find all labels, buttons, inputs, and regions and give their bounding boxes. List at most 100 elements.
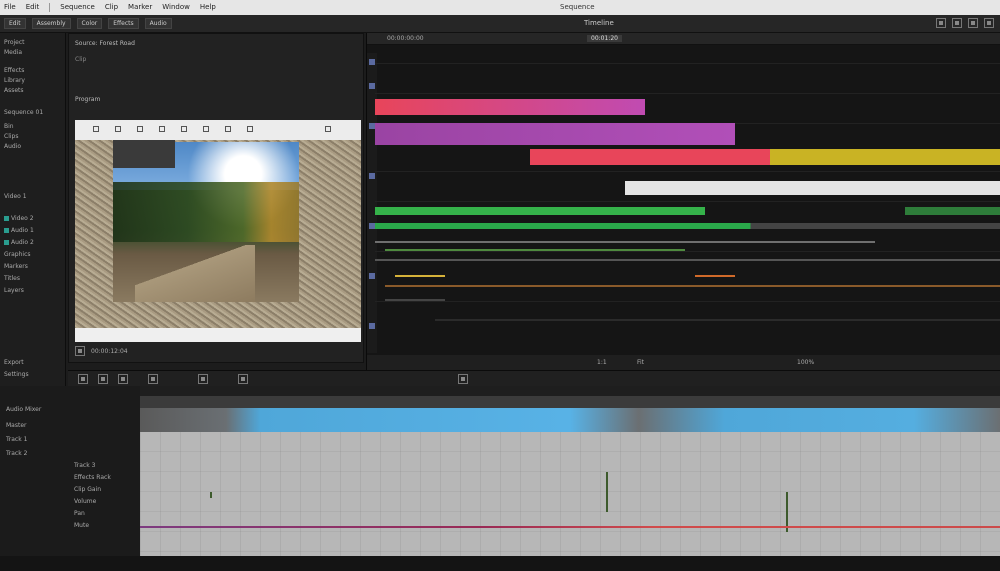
panel-item[interactable]: Audio	[4, 143, 21, 150]
panel-item[interactable]: Library	[4, 77, 25, 84]
viewer-scrubber[interactable]	[75, 328, 361, 342]
audio-waveform	[385, 249, 685, 251]
panel-item[interactable]: Layers	[4, 287, 24, 294]
menu-bar: File Edit Sequence Clip Marker Window He…	[0, 0, 1000, 15]
window-title: Sequence	[560, 3, 595, 11]
menu-clip[interactable]: Clip	[105, 3, 118, 12]
menu-help[interactable]: Help	[200, 3, 216, 12]
pointer-icon[interactable]	[78, 374, 88, 384]
tool-icon[interactable]	[325, 126, 331, 132]
timeline-panel: 00:00:00:00 00:01:20 1:1 Fit 100%	[366, 33, 1000, 370]
menu-marker[interactable]: Marker	[128, 3, 152, 12]
link-icon[interactable]	[238, 374, 248, 384]
fit-button[interactable]: Fit	[637, 359, 644, 366]
panel-item[interactable]: Clips	[4, 133, 18, 140]
track-label: Audio 1	[11, 227, 34, 234]
audio-ruler[interactable]	[140, 396, 1000, 408]
panel-item[interactable]: Project	[4, 39, 25, 46]
audio-list-item[interactable]: Audio Mixer	[6, 406, 41, 413]
audio-level-graph[interactable]	[140, 432, 1000, 556]
audio-clip[interactable]	[375, 223, 1000, 229]
audio-clip-bar[interactable]	[140, 408, 1000, 432]
audio-list-item[interactable]: Pan	[74, 510, 85, 517]
track-color-icon	[4, 228, 9, 233]
track-item[interactable]: Audio 1	[4, 227, 34, 234]
hand-icon[interactable]	[118, 374, 128, 384]
menu-edit[interactable]: Edit	[26, 3, 40, 12]
audio-waveform	[385, 285, 1000, 287]
workspace-assembly-button[interactable]: Assembly	[31, 18, 71, 29]
audio-list-item[interactable]: Clip Gain	[74, 486, 101, 493]
track-item[interactable]: Video 2	[4, 215, 34, 222]
volume-line[interactable]	[140, 526, 1000, 528]
panel-item[interactable]: Sequence 01	[4, 109, 43, 116]
panel-item[interactable]: Effects	[4, 67, 24, 74]
lane-divider	[375, 93, 1000, 94]
audio-waveform	[435, 319, 1000, 321]
settings-icon[interactable]	[952, 18, 962, 28]
video-clip[interactable]	[375, 99, 645, 115]
razor-icon[interactable]	[98, 374, 108, 384]
panel-item[interactable]: Settings	[4, 371, 29, 378]
tool-icon[interactable]	[203, 126, 209, 132]
fullscreen-icon[interactable]	[984, 18, 994, 28]
tool-icon[interactable]	[159, 126, 165, 132]
zoom-icon[interactable]	[148, 374, 158, 384]
audio-list-item[interactable]: Mute	[74, 522, 89, 529]
audio-list-item[interactable]: Volume	[74, 498, 96, 505]
viewer-timecode: 00:00:12:04	[91, 347, 128, 355]
workspace-edit-button[interactable]: Edit	[4, 18, 26, 29]
share-icon[interactable]	[968, 18, 978, 28]
menu-sequence[interactable]: Sequence	[60, 3, 95, 12]
video-frame[interactable]	[75, 140, 361, 332]
panel-item[interactable]: Media	[4, 49, 22, 56]
tool-icon[interactable]	[181, 126, 187, 132]
tool-icon[interactable]	[93, 126, 99, 132]
timeline-timecode: 00:00:00:00	[387, 35, 424, 42]
audio-list-item[interactable]: Master	[6, 422, 27, 429]
tool-icon[interactable]	[137, 126, 143, 132]
play-icon[interactable]	[75, 346, 85, 356]
audio-clip[interactable]	[905, 207, 1000, 215]
lane-divider	[375, 63, 1000, 64]
panel-item[interactable]: Assets	[4, 87, 24, 94]
workspace-color-button[interactable]: Color	[76, 18, 103, 29]
search-icon[interactable]	[936, 18, 946, 28]
panel-item[interactable]: Video 1	[4, 193, 27, 200]
viewer-title: Program	[75, 96, 101, 103]
timeline-current[interactable]: 00:01:20	[587, 35, 622, 42]
snap-icon[interactable]	[198, 374, 208, 384]
workspace-effects-button[interactable]: Effects	[108, 18, 139, 29]
toolbar-center-label: Timeline	[584, 19, 614, 27]
video-clip[interactable]	[770, 149, 1000, 165]
marker-icon[interactable]	[458, 374, 468, 384]
audio-waveform	[375, 241, 875, 243]
track-item[interactable]: Audio 2	[4, 239, 34, 246]
panel-item[interactable]: Bin	[4, 123, 14, 130]
menu-divider	[49, 3, 51, 12]
video-clip[interactable]	[530, 149, 770, 165]
audio-waveform	[375, 259, 1000, 261]
audio-marker	[395, 275, 445, 277]
panel-item[interactable]: Export	[4, 359, 24, 366]
audio-list-item[interactable]: Track 2	[6, 450, 27, 457]
audio-list-item[interactable]: Track 3	[74, 462, 95, 469]
audio-clip[interactable]	[375, 207, 705, 215]
tool-icon[interactable]	[115, 126, 121, 132]
panel-item[interactable]: Graphics	[4, 251, 31, 258]
title-clip[interactable]	[625, 181, 1000, 195]
panel-item[interactable]: Titles	[4, 275, 20, 282]
zoom-ratio[interactable]: 1:1	[597, 359, 607, 366]
menu-window[interactable]: Window	[162, 3, 190, 12]
panel-item[interactable]: Markers	[4, 263, 28, 270]
video-clip[interactable]	[375, 123, 735, 145]
tool-icon[interactable]	[225, 126, 231, 132]
zoom-percent[interactable]: 100%	[797, 359, 814, 366]
audio-list-item[interactable]: Track 1	[6, 436, 27, 443]
workspace-audio-button[interactable]: Audio	[144, 18, 172, 29]
tool-icon[interactable]	[247, 126, 253, 132]
audio-list-item[interactable]: Effects Rack	[74, 474, 111, 481]
timeline-footer: 1:1 Fit 100%	[367, 355, 1000, 370]
track-color-icon	[4, 240, 9, 245]
menu-file[interactable]: File	[4, 3, 16, 12]
